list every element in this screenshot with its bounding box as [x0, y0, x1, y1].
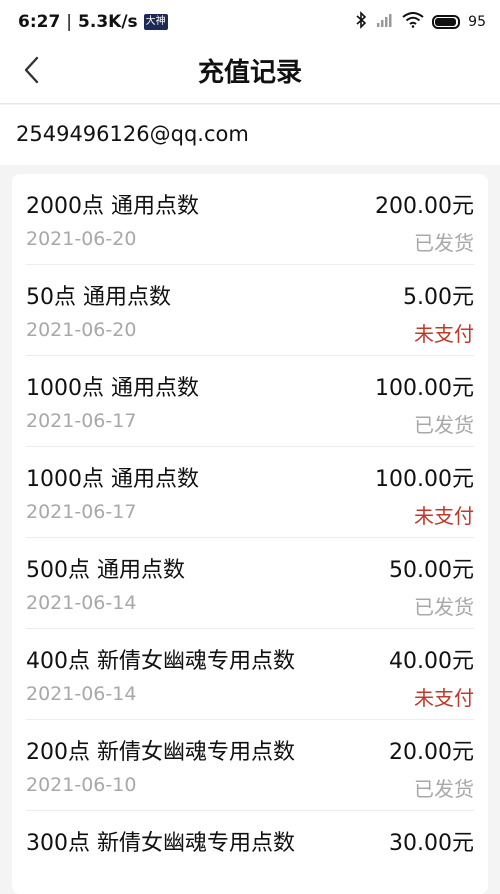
- record-row[interactable]: 1000点 通用点数 100.00元 2021-06-17 已发货: [26, 356, 474, 447]
- record-name: 300点 新倩女幽魂专用点数: [26, 831, 295, 856]
- record-row[interactable]: 300点 新倩女幽魂专用点数 30.00元: [26, 811, 474, 894]
- record-status: 已发货: [414, 777, 474, 801]
- bluetooth-icon: [354, 10, 368, 34]
- records-list: 2000点 通用点数 200.00元 2021-06-20 已发货 50点 通用点数 5.…: [12, 174, 488, 894]
- record-row[interactable]: 50点 通用点数 5.00元 2021-06-20 未支付: [26, 265, 474, 356]
- record-row[interactable]: 400点 新倩女幽魂专用点数 40.00元 2021-06-14 未支付: [26, 629, 474, 720]
- app-badge-icon: 大神: [143, 14, 168, 30]
- record-date: 2021-06-20: [26, 319, 137, 341]
- status-time: 6:27: [18, 12, 61, 32]
- record-name: 1000点 通用点数: [26, 376, 199, 401]
- record-status: 未支付: [414, 322, 474, 346]
- record-date: 2021-06-17: [26, 501, 137, 523]
- record-amount: 200.00元: [375, 194, 474, 219]
- record-row[interactable]: 500点 通用点数 50.00元 2021-06-14 已发货: [26, 538, 474, 629]
- nav-bar: 充值记录: [0, 44, 500, 104]
- record-name: 50点 通用点数: [26, 285, 171, 310]
- record-name: 200点 新倩女幽魂专用点数: [26, 740, 295, 765]
- record-name: 400点 新倩女幽魂专用点数: [26, 649, 295, 674]
- status-left: 6:27 | 5.3K/s 大神: [18, 12, 168, 32]
- record-name: 1000点 通用点数: [26, 467, 199, 492]
- record-row[interactable]: 2000点 通用点数 200.00元 2021-06-20 已发货: [26, 174, 474, 265]
- record-date: 2021-06-17: [26, 410, 137, 432]
- network-speed: 5.3K/s: [78, 12, 138, 32]
- account-email: 2549496126@qq.com: [0, 105, 500, 165]
- record-amount: 100.00元: [375, 376, 474, 401]
- record-amount: 20.00元: [389, 740, 474, 765]
- battery-fill: [435, 18, 457, 26]
- record-status: 未支付: [414, 504, 474, 528]
- cellular-signal-icon: [376, 12, 394, 33]
- record-status: 已发货: [414, 231, 474, 255]
- status-bar: 6:27 | 5.3K/s 大神 95: [0, 0, 500, 44]
- record-date: 2021-06-14: [26, 683, 137, 705]
- record-amount: 40.00元: [389, 649, 474, 674]
- wifi-icon: [402, 11, 424, 33]
- page-title: 充值记录: [197, 58, 302, 88]
- status-right: 95: [354, 10, 486, 34]
- record-date: 2021-06-10: [26, 774, 137, 796]
- record-amount: 30.00元: [389, 831, 474, 856]
- record-status: 已发货: [414, 595, 474, 619]
- record-status: 已发货: [414, 413, 474, 437]
- record-name: 500点 通用点数: [26, 558, 185, 583]
- record-date: 2021-06-20: [26, 228, 137, 250]
- record-amount: 50.00元: [389, 558, 474, 583]
- record-row[interactable]: 1000点 通用点数 100.00元 2021-06-17 未支付: [26, 447, 474, 538]
- record-amount: 5.00元: [403, 285, 474, 310]
- record-name: 2000点 通用点数: [26, 194, 199, 219]
- battery-icon: [432, 15, 461, 29]
- record-amount: 100.00元: [375, 467, 474, 492]
- record-status: 未支付: [414, 686, 474, 710]
- battery-percent: 95: [468, 14, 486, 30]
- status-separator: |: [66, 12, 73, 32]
- record-row[interactable]: 200点 新倩女幽魂专用点数 20.00元 2021-06-10 已发货: [26, 720, 474, 811]
- record-date: 2021-06-14: [26, 592, 137, 614]
